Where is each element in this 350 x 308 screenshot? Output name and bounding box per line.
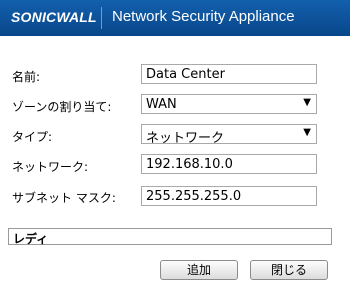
type-label: タイプ: (12, 130, 53, 144)
name-label: 名前: (12, 70, 41, 84)
chevron-down-icon: ▼ (303, 97, 311, 108)
network-input[interactable]: 192.168.10.0 (141, 154, 317, 174)
add-button[interactable]: 追加 (160, 260, 238, 280)
type-select-value: ネットワーク (146, 131, 225, 146)
subnet-mask-label: サブネット マスク: (12, 191, 116, 205)
zone-label: ゾーンの割り当て: (12, 100, 112, 114)
zone-select-value: WAN (146, 97, 177, 112)
header-bar: SONICWALL Network Security Appliance (0, 0, 350, 36)
sonicwall-logo: SONICWALL (11, 9, 97, 25)
status-text: レディ (13, 232, 49, 246)
type-select[interactable]: ネットワーク ▼ (141, 124, 317, 146)
subnet-mask-input[interactable]: 255.255.255.0 (141, 186, 317, 206)
close-button[interactable]: 閉じる (250, 260, 328, 280)
status-bar: レディ (8, 228, 332, 246)
header-divider (101, 7, 102, 29)
network-label: ネットワーク: (12, 160, 89, 174)
name-input[interactable]: Data Center (141, 64, 317, 84)
zone-select[interactable]: WAN ▼ (141, 94, 317, 114)
app-title: Network Security Appliance (112, 8, 295, 25)
chevron-down-icon: ▼ (303, 127, 311, 138)
